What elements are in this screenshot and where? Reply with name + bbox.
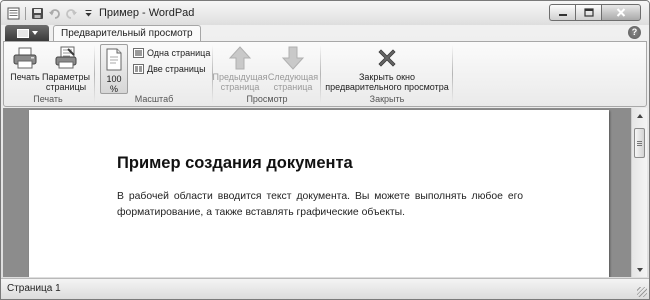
page-setup-icon (52, 44, 80, 71)
maximize-button[interactable] (575, 4, 601, 21)
arrow-up-icon (226, 44, 254, 71)
printer-icon (11, 44, 39, 71)
next-page-button[interactable]: Следующая страница (268, 44, 318, 92)
arrow-down-small-icon (636, 267, 643, 272)
tab-print-preview[interactable]: Предварительный просмотр (53, 25, 201, 42)
close-x-icon (373, 44, 401, 71)
close-button[interactable] (601, 4, 641, 21)
previous-page-label-1: Предыдущая (212, 72, 268, 82)
document-page: Пример создания документа В рабочей обла… (29, 110, 609, 277)
close-icon (616, 8, 626, 17)
two-pages-icon (133, 63, 144, 74)
window-title: Пример - WordPad (99, 7, 195, 19)
group-separator (452, 45, 453, 103)
title-bar: Пример - WordPad (1, 1, 649, 25)
undo-icon[interactable] (47, 7, 61, 21)
wordpad-window: Пример - WordPad Предварительный просмот… (0, 0, 650, 300)
group-preview: Предыдущая страница Следующая страница П… (212, 42, 320, 106)
document-body-text: В рабочей области вводится текст докумен… (117, 191, 523, 218)
qat-dropdown-icon[interactable] (81, 7, 95, 21)
save-icon[interactable] (30, 7, 44, 21)
previous-page-label-2: страница (220, 82, 260, 92)
help-icon[interactable]: ? (628, 26, 641, 39)
group-print: Печать Параметры страницы Печать (4, 42, 92, 106)
one-page-label: Одна страница (147, 47, 211, 58)
status-bar: Страница 1 (1, 278, 649, 299)
arrow-down-icon (279, 44, 307, 71)
one-page-icon (133, 47, 144, 58)
close-preview-label-1: Закрыть окно (358, 72, 416, 82)
scroll-up-button[interactable] (632, 108, 647, 123)
app-icon[interactable] (6, 7, 20, 21)
print-label: Печать (10, 72, 40, 82)
group-separator (320, 45, 321, 103)
window-controls (549, 4, 641, 21)
minimize-button[interactable] (549, 4, 575, 21)
close-preview-button[interactable]: Закрыть окно предварительного просмотра (322, 44, 452, 92)
ribbon-tab-row: Предварительный просмотр ? (1, 25, 649, 42)
two-pages-button[interactable]: Две страницы (133, 62, 206, 75)
qat-separator (25, 7, 26, 20)
group-separator (94, 45, 95, 103)
ribbon: Печать Параметры страницы Печать Масштаб… (3, 41, 647, 107)
vertical-scrollbar[interactable] (631, 108, 647, 277)
document-heading: Пример создания документа (117, 154, 353, 172)
group-label-close: Закрыть (369, 94, 405, 104)
scroll-down-button[interactable] (632, 262, 647, 277)
group-label-preview: Просмотр (246, 94, 288, 104)
minimize-icon (558, 13, 567, 16)
print-button[interactable]: Печать (8, 44, 42, 82)
scroll-thumb[interactable] (634, 128, 645, 158)
app-menu-icon (16, 28, 29, 38)
redo-icon[interactable] (64, 7, 78, 21)
one-page-button[interactable]: Одна страница (133, 46, 210, 59)
zoom-value: 100 (106, 74, 122, 84)
arrow-up-small-icon (636, 113, 643, 118)
next-page-label-1: Следующая (267, 72, 319, 82)
previous-page-button[interactable]: Предыдущая страница (212, 44, 268, 92)
zoom-page-icon (104, 48, 124, 74)
preview-area: Пример создания документа В рабочей обла… (3, 108, 631, 277)
quick-access-toolbar (6, 6, 98, 21)
maximize-icon (583, 8, 594, 17)
group-label-print: Печать (33, 94, 63, 104)
zoom-unit: % (109, 84, 118, 94)
resize-grip-icon[interactable] (637, 287, 647, 297)
group-label-zoom: Масштаб (134, 94, 174, 104)
chevron-down-icon (31, 31, 38, 35)
two-pages-label: Две страницы (147, 63, 206, 74)
next-page-label-2: страница (273, 82, 313, 92)
zoom-100-button[interactable]: 100 % (100, 44, 128, 94)
page-setup-button[interactable]: Параметры страницы (42, 44, 90, 92)
page-setup-label-1: Параметры (42, 72, 90, 82)
page-indicator: Страница 1 (7, 283, 61, 294)
close-preview-label-2: предварительного просмотра (325, 82, 449, 92)
group-close: Закрыть окно предварительного просмотра … (322, 42, 452, 106)
application-menu-button[interactable] (5, 25, 49, 41)
page-setup-label-2: страницы (45, 82, 87, 92)
